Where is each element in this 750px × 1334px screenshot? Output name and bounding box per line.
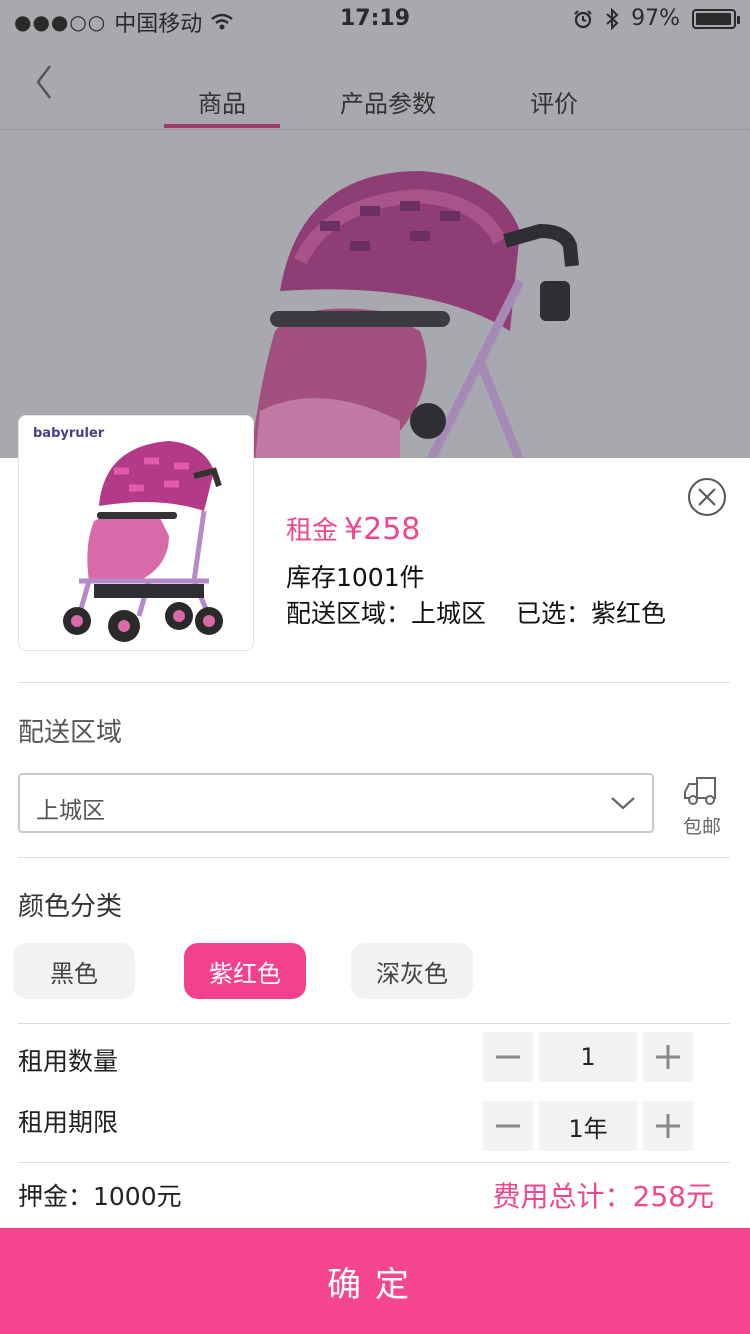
- product-hero-image: [250, 171, 579, 460]
- quantity-value[interactable]: 1: [539, 1032, 637, 1082]
- tab-product[interactable]: 商品: [164, 84, 280, 119]
- rent-period-label: 租用期限: [18, 1108, 119, 1137]
- bluetooth-icon: [606, 7, 619, 30]
- divider: [18, 1023, 730, 1024]
- price-amount: ¥258: [344, 512, 421, 547]
- confirm-button[interactable]: 确定: [0, 1228, 750, 1334]
- period-increase-button[interactable]: [643, 1101, 693, 1151]
- stroller-image: [63, 441, 223, 642]
- tab-reviews[interactable]: 评价: [496, 84, 612, 119]
- period-value[interactable]: 1年: [539, 1101, 637, 1151]
- color-category-title: 颜色分类: [18, 892, 123, 922]
- period-decrease-button[interactable]: [483, 1101, 533, 1151]
- plus-icon: [656, 1114, 680, 1138]
- selection-summary: 配送区域：上城区 已选：紫红色: [286, 594, 666, 630]
- divider: [18, 857, 730, 858]
- tab-active-indicator: [164, 124, 280, 128]
- background-page: ●●●○○ 中国移动 17:19 97% 商品 产品参数 评价: [0, 0, 750, 460]
- color-option-black[interactable]: 黑色: [13, 943, 135, 999]
- truck-icon: [684, 777, 716, 805]
- nav-bar: 商品 产品参数 评价: [0, 40, 750, 130]
- plus-icon: [656, 1045, 680, 1069]
- minus-icon: [496, 1124, 520, 1128]
- battery-level: [696, 12, 731, 25]
- close-icon[interactable]: [687, 477, 727, 517]
- delivery-area-select[interactable]: 上城区: [18, 773, 654, 833]
- back-icon[interactable]: [30, 62, 60, 102]
- product-thumbnail: babyruler: [18, 415, 254, 651]
- price-label: 租金: [286, 516, 339, 546]
- alarm-icon: [574, 9, 592, 28]
- stock-count: 库存1001件: [286, 563, 425, 592]
- color-option-magenta[interactable]: 紫红色: [184, 943, 306, 999]
- chevron-down-icon: [611, 797, 635, 810]
- rent-price: 租金 ¥258: [286, 510, 420, 547]
- free-shipping-label: 包邮: [682, 816, 721, 838]
- rent-quantity-label: 租用数量: [18, 1047, 119, 1076]
- delivery-area-title: 配送区域: [18, 718, 123, 748]
- status-bar: ●●●○○ 中国移动 17:19 97%: [0, 0, 750, 40]
- divider: [18, 682, 730, 683]
- tab-parameters[interactable]: 产品参数: [330, 84, 446, 119]
- minus-icon: [496, 1055, 520, 1059]
- selected-summary: 已选：紫红色: [516, 599, 667, 628]
- free-shipping: 包邮: [680, 774, 724, 839]
- delivery-summary: 配送区域：上城区: [286, 599, 487, 628]
- deposit-amount: 押金：1000元: [18, 1182, 182, 1211]
- battery-percent: 97%: [631, 6, 680, 31]
- battery-icon: [692, 8, 740, 29]
- delivery-area-value: 上城区: [36, 798, 105, 824]
- brand-logo: babyruler: [33, 426, 105, 441]
- color-option-dark-gray[interactable]: 深灰色: [351, 943, 473, 999]
- total-cost: 费用总计：258元: [492, 1180, 714, 1213]
- quantity-decrease-button[interactable]: [483, 1032, 533, 1082]
- divider: [18, 1162, 730, 1163]
- quantity-increase-button[interactable]: [643, 1032, 693, 1082]
